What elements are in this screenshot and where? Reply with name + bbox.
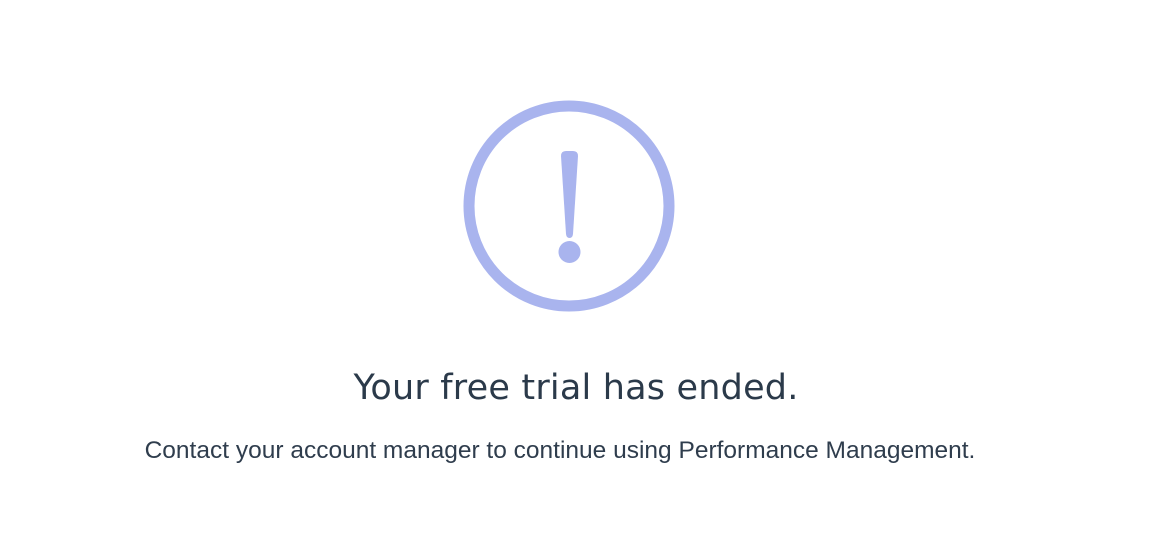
trial-ended-page: Your free trial has ended. Contact your … [0, 0, 1152, 544]
exclamation-circle-icon [462, 100, 676, 312]
page-title: Your free trial has ended. [353, 368, 799, 408]
trial-message: Contact your account manager to continue… [144, 437, 976, 464]
